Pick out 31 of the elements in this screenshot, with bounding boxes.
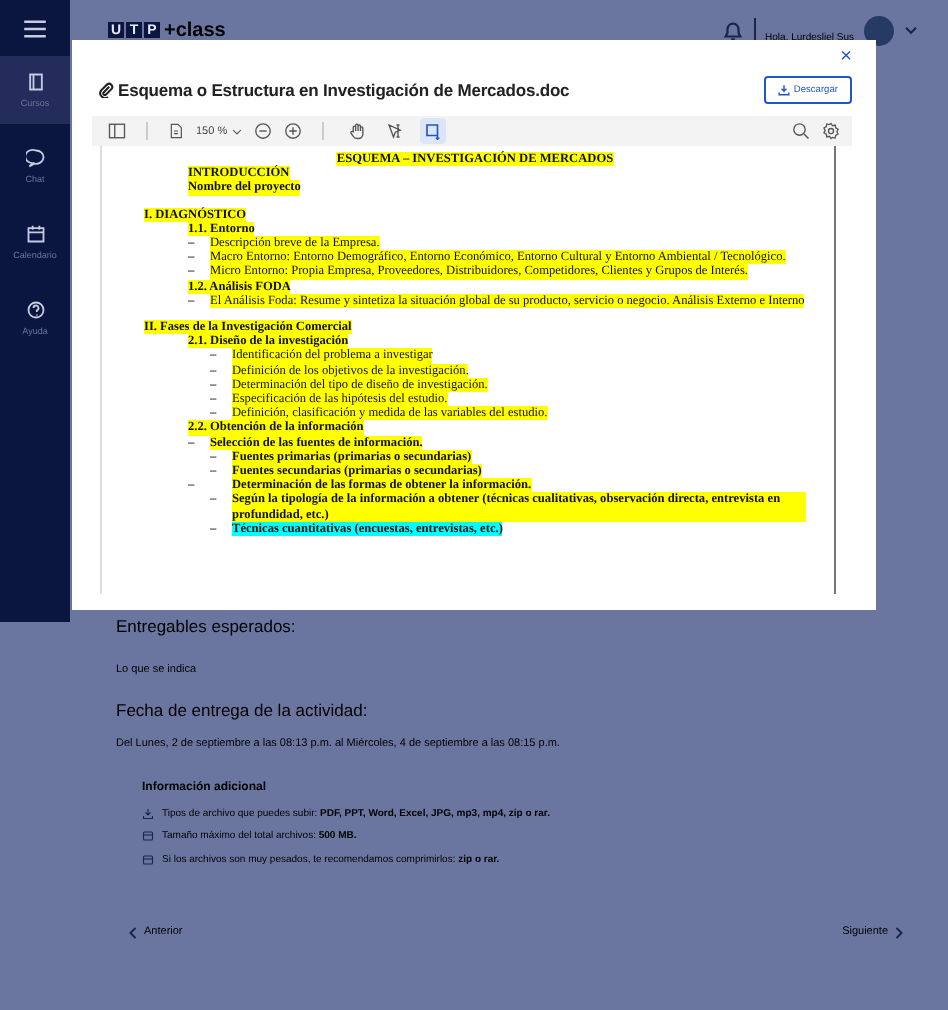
sidebar-toggle-icon[interactable]: [108, 122, 126, 140]
hand-icon: [347, 122, 366, 140]
marquee-select-icon: [423, 122, 442, 140]
avatar[interactable]: [864, 15, 894, 45]
search-icon[interactable]: [792, 122, 810, 140]
logo-text: +class: [164, 19, 226, 41]
chevron-down-icon[interactable]: [904, 25, 918, 35]
zoom-in-icon[interactable]: [283, 122, 302, 140]
settings-icon[interactable]: [822, 122, 840, 140]
box-icon: [142, 853, 154, 866]
caret-icon: [231, 127, 242, 135]
cursor-icon: [385, 122, 404, 140]
book-icon: [25, 72, 45, 92]
chevron-left-icon: [128, 925, 138, 939]
section-heading: Fecha de entrega de la actividad:: [116, 700, 370, 720]
paperclip-icon: [98, 82, 114, 98]
close-button[interactable]: ×: [840, 48, 852, 68]
help-icon: [25, 300, 45, 320]
dialog-title: Esquema o Estructura en Investigación de Mercados.doc: [118, 80, 572, 100]
bell-icon[interactable]: [721, 19, 744, 41]
menu-icon[interactable]: [24, 20, 46, 38]
section-heading: Entregables esperados:: [116, 616, 298, 636]
chat-bubble-icon: [25, 148, 45, 168]
download-icon: [142, 807, 154, 820]
zoom-out-icon[interactable]: [253, 122, 272, 140]
box-icon: [142, 830, 154, 843]
chevron-right-icon: [894, 925, 904, 939]
marquee-select-tool-button[interactable]: [419, 118, 446, 144]
file-icon[interactable]: [168, 122, 184, 140]
calendar-icon: [25, 224, 45, 244]
download-icon: [777, 84, 790, 96]
